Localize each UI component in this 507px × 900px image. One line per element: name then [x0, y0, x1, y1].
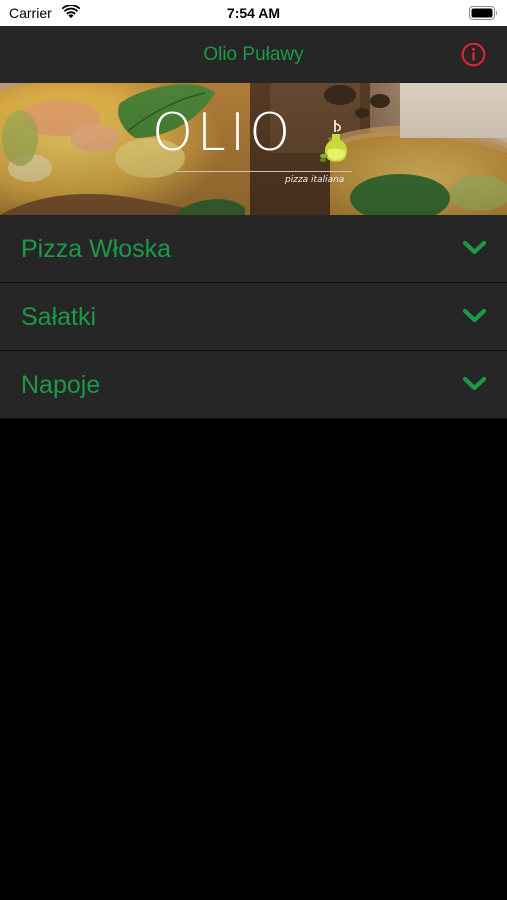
clock-time: 7:54 AM	[226, 5, 281, 21]
page-title: Olio Puławy	[203, 44, 304, 65]
chevron-down-icon[interactable]	[462, 307, 487, 325]
hero-banner: OLIO pizza italiana	[0, 83, 507, 215]
logo-tagline: pizza italiana	[285, 175, 345, 185]
category-label: Sałatki	[21, 303, 97, 331]
logo-divider	[176, 171, 352, 172]
battery-icon	[469, 6, 497, 20]
chevron-down-icon[interactable]	[462, 239, 487, 257]
category-row-napoje[interactable]: Napoje	[0, 351, 507, 419]
navigation-bar: Olio Puławy	[0, 26, 507, 83]
category-label: Napoje	[21, 371, 101, 399]
info-circle-icon[interactable]	[461, 42, 486, 67]
category-row-pizza-wloska[interactable]: Pizza Włoska	[0, 215, 507, 283]
category-label: Pizza Włoska	[21, 235, 172, 263]
status-bar: Carrier 7:54 AM	[0, 0, 507, 26]
olive-oil-bottle-icon	[320, 120, 348, 162]
category-row-salatki[interactable]: Sałatki	[0, 283, 507, 351]
olio-logo-text: OLIO	[152, 103, 295, 163]
category-list: Pizza Włoska Sałatki Napoje	[0, 215, 507, 419]
chevron-down-icon[interactable]	[462, 375, 487, 393]
